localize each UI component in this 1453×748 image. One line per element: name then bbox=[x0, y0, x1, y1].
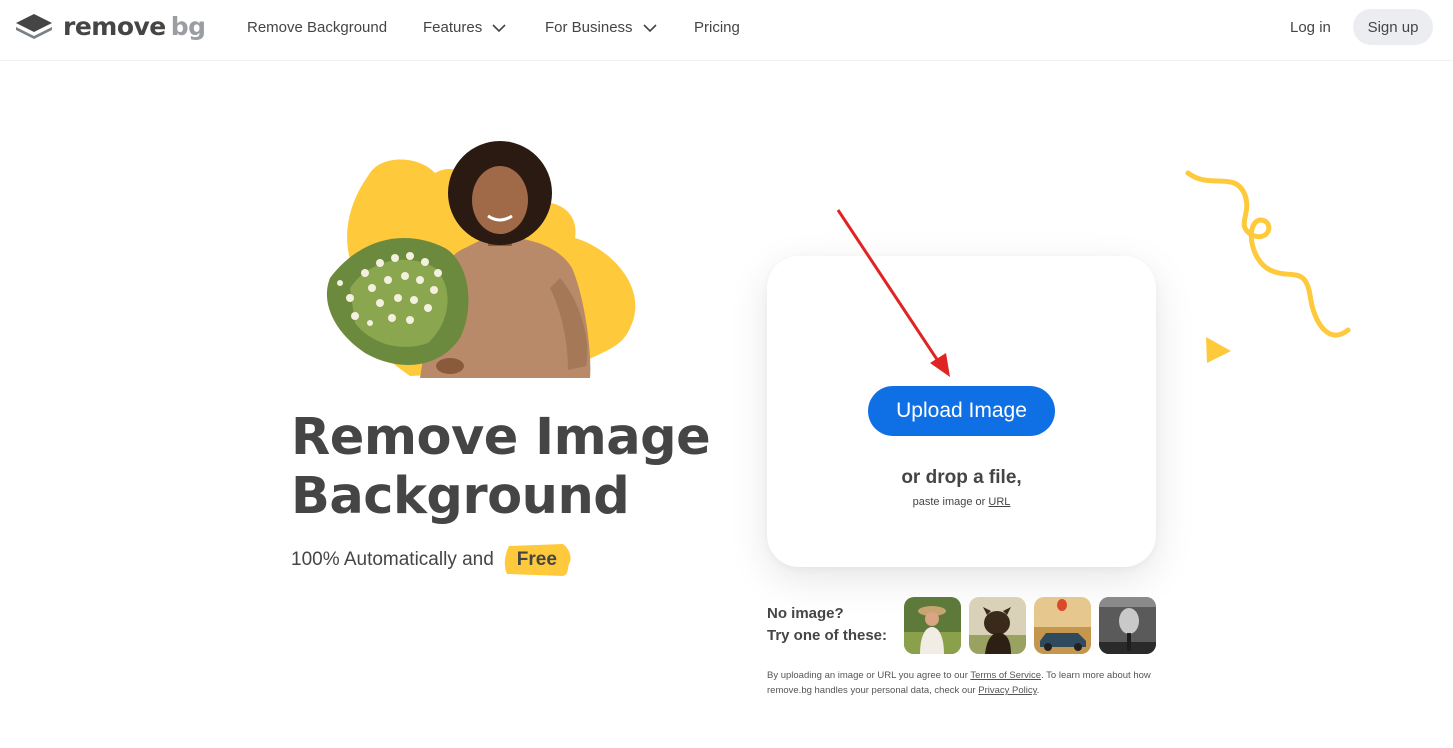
logo-icon bbox=[16, 14, 52, 39]
logo-word-remove: remove bbox=[63, 12, 166, 41]
hero-title: Remove Image Background bbox=[291, 408, 751, 526]
nav-features[interactable]: Features bbox=[423, 18, 506, 38]
url-link[interactable]: URL bbox=[988, 496, 1010, 508]
privacy-policy-link[interactable]: Privacy Policy bbox=[978, 685, 1036, 696]
sample-thumbnails bbox=[904, 597, 1156, 654]
paste-image-text: paste image or URL bbox=[767, 495, 1156, 509]
nav-label: Features bbox=[423, 19, 483, 36]
legal-text-part3: . bbox=[1036, 685, 1040, 696]
sample-thumb-car[interactable] bbox=[1034, 597, 1091, 654]
login-link[interactable]: Log in bbox=[1290, 18, 1331, 38]
yellow-triangle-decoration bbox=[1206, 337, 1231, 363]
free-badge: Free bbox=[503, 544, 571, 576]
microphone-thumbnail-image bbox=[1099, 597, 1156, 654]
legal-text-part1: By uploading an image or URL you agree t… bbox=[767, 670, 968, 681]
car-thumbnail-image bbox=[1034, 597, 1091, 654]
hero-title-line1: Remove Image bbox=[291, 408, 711, 467]
nav-label: Remove Background bbox=[247, 19, 388, 36]
nav-pricing[interactable]: Pricing bbox=[694, 18, 740, 38]
signup-button[interactable]: Sign up bbox=[1353, 9, 1433, 45]
dog-thumbnail-image bbox=[969, 597, 1026, 654]
chevron-down-icon bbox=[492, 24, 506, 32]
logo[interactable]: remove bg bbox=[14, 12, 206, 42]
sample-prompt-line2: Try one of these: bbox=[767, 627, 888, 644]
logo-text: remove bg bbox=[63, 12, 206, 42]
sample-thumb-microphone[interactable] bbox=[1099, 597, 1156, 654]
drop-file-text: or drop a file, bbox=[901, 467, 1022, 488]
free-badge-label: Free bbox=[516, 549, 557, 570]
site-header: remove bg Remove Background Features For … bbox=[0, 0, 1453, 61]
nav-for-business[interactable]: For Business bbox=[545, 18, 657, 38]
woman-thumbnail-image bbox=[904, 597, 961, 654]
sample-thumb-dog[interactable] bbox=[969, 597, 1026, 654]
upload-image-button[interactable]: Upload Image bbox=[868, 386, 1055, 436]
logo-word-bg: bg bbox=[170, 12, 206, 41]
chevron-down-icon bbox=[642, 24, 657, 32]
legal-notice: By uploading an image or URL you agree t… bbox=[767, 668, 1167, 698]
sample-prompt-line1: No image? bbox=[767, 605, 844, 622]
hero-title-line2: Background bbox=[291, 467, 630, 526]
sample-images-prompt: No image? Try one of these: bbox=[767, 603, 887, 647]
terms-of-service-link[interactable]: Terms of Service bbox=[970, 670, 1041, 681]
upload-dropzone[interactable]: Upload Image or drop a file, paste image… bbox=[767, 256, 1156, 567]
hero-woman-with-flowers-image bbox=[326, 141, 636, 378]
nav-remove-background[interactable]: Remove Background bbox=[247, 18, 387, 38]
hero-subtitle: 100% Automatically and Free bbox=[291, 544, 571, 576]
sample-thumb-woman[interactable] bbox=[904, 597, 961, 654]
paste-prefix: paste image or bbox=[912, 496, 986, 508]
nav-label: For Business bbox=[545, 19, 633, 36]
nav-label: Pricing bbox=[694, 19, 740, 36]
red-arrow-annotation bbox=[836, 209, 950, 377]
hero-subtitle-text: 100% Automatically and bbox=[291, 549, 494, 570]
yellow-squiggle-decoration bbox=[1185, 170, 1351, 338]
